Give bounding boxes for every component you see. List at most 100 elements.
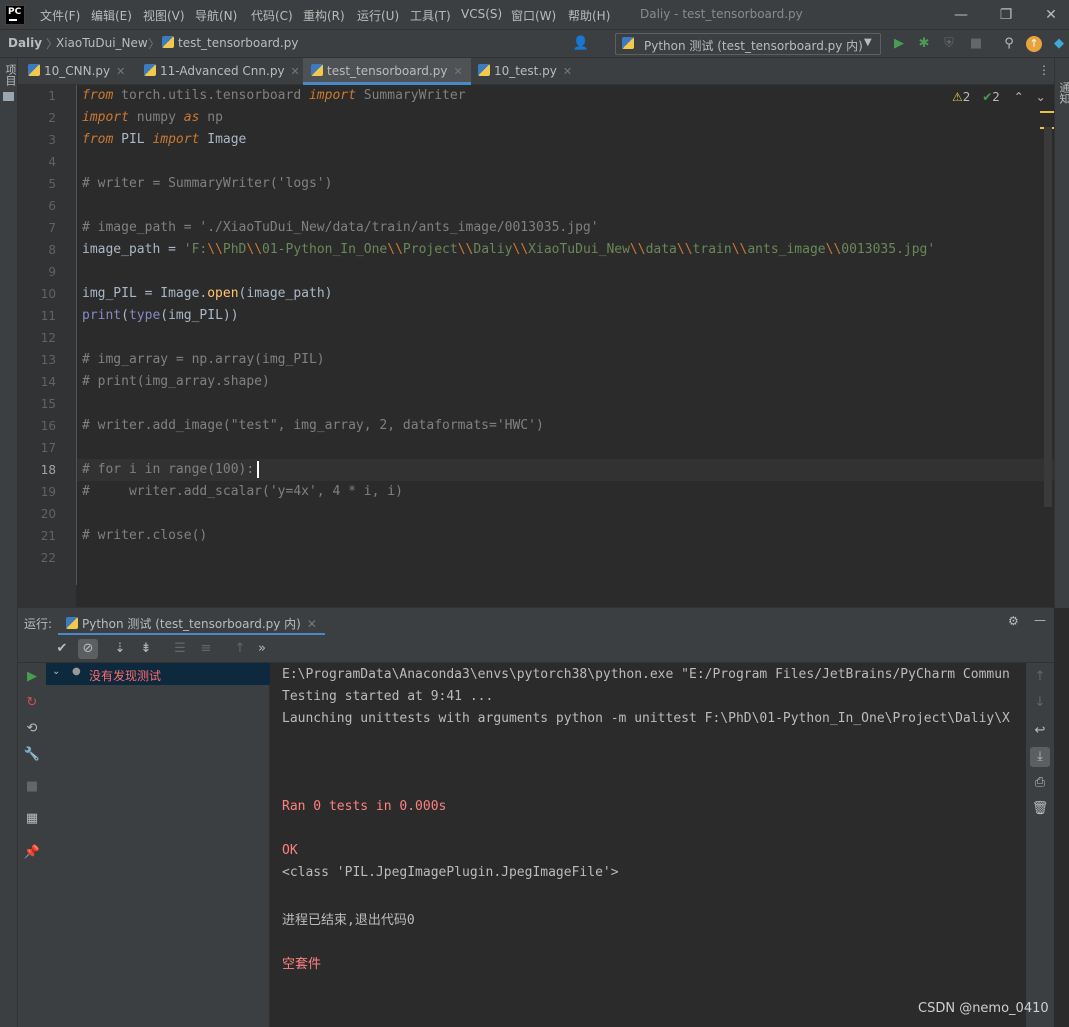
expand-all-icon[interactable]: ☰ xyxy=(170,639,190,659)
breadcrumb-folder[interactable]: XiaoTuDui_New xyxy=(56,36,148,50)
tab-label: 10_CNN.py xyxy=(44,64,111,78)
tree-row-no-tests[interactable]: ⌄ ● 没有发现测试 xyxy=(46,663,270,685)
coverage-icon[interactable]: ⛨ xyxy=(940,35,958,53)
print-icon[interactable]: ⎙ xyxy=(1030,773,1050,793)
down-arrow-icon[interactable]: ↓ xyxy=(1030,693,1050,713)
menu-code[interactable]: 代码(C) xyxy=(251,7,293,24)
editor-scrollbar[interactable] xyxy=(1044,127,1052,507)
breadcrumb-project[interactable]: Daliy xyxy=(8,36,42,50)
console-line: OK xyxy=(282,843,298,858)
trash-icon[interactable]: 🗑 xyxy=(1030,799,1050,819)
watermark: CSDN @nemo_0410 xyxy=(918,1001,1049,1016)
line-number: 9 xyxy=(48,265,56,279)
menu-help[interactable]: 帮助(H) xyxy=(568,7,610,24)
scroll-to-end-icon[interactable]: ⤓ xyxy=(1030,747,1050,767)
code-line-3: from PIL import Image xyxy=(82,132,247,147)
code-line-21: # writer.close() xyxy=(82,528,208,543)
chevron-down-icon[interactable]: ⌄ xyxy=(1036,90,1046,104)
line-number: 2 xyxy=(48,111,56,125)
weak-warning-icon: ✔ xyxy=(982,90,993,104)
close-tab-icon[interactable]: ✕ xyxy=(453,65,462,78)
run-configuration-select[interactable]: Python 测试 (test_tensorboard.py 内) ▼ xyxy=(615,33,881,55)
show-ignored-icon[interactable]: ⊘ xyxy=(78,639,98,659)
soft-wrap-icon[interactable]: ↩ xyxy=(1030,721,1050,741)
close-window-button[interactable]: ✕ xyxy=(1040,4,1062,26)
menu-vcs[interactable]: VCS(S) xyxy=(461,7,502,21)
debug-icon[interactable]: ✱ xyxy=(915,35,933,53)
breadcrumb-file[interactable]: test_tensorboard.py xyxy=(162,36,298,50)
tree-item-label: 没有发现测试 xyxy=(89,669,162,683)
inspection-widget[interactable]: ⚠2 ✔2 ⌃ ⌄ xyxy=(952,90,1046,104)
python-file-icon xyxy=(144,64,156,76)
code-editor[interactable]: from torch.utils.tensorboard import Summ… xyxy=(18,85,1054,607)
fold-guide xyxy=(76,85,77,585)
rerun-icon[interactable]: ▶ xyxy=(22,667,42,687)
python-file-icon xyxy=(478,64,490,76)
pin-icon[interactable]: 📌 xyxy=(22,843,42,863)
hide-icon[interactable]: — xyxy=(1034,613,1046,627)
menu-run[interactable]: 运行(U) xyxy=(357,7,399,24)
console-output[interactable]: E:\ProgramData\Anaconda3\envs\pytorch38\… xyxy=(270,663,1026,1027)
line-number: 22 xyxy=(40,551,56,565)
close-tab-icon[interactable]: ✕ xyxy=(563,65,572,78)
code-line-18: # for i in range(100): xyxy=(82,462,255,477)
line-number: 7 xyxy=(48,221,56,235)
chevron-up-icon[interactable]: ⌃ xyxy=(1014,90,1024,104)
menu-window[interactable]: 窗口(W) xyxy=(511,7,556,24)
minimize-button[interactable]: — xyxy=(950,4,972,26)
chevron-down-icon: ⌄ xyxy=(52,666,61,677)
menu-file[interactable]: 文件(F) xyxy=(40,7,80,24)
test-tree: ⌄ ● 没有发现测试 xyxy=(46,663,270,1027)
menu-refactor[interactable]: 重构(R) xyxy=(303,7,345,24)
gear-icon[interactable]: ⚙ xyxy=(1008,614,1019,628)
close-tab-icon[interactable]: ✕ xyxy=(116,65,125,78)
menu-navigate[interactable]: 导航(N) xyxy=(195,7,237,24)
console-line: 空套件 xyxy=(282,957,322,972)
wrench-icon[interactable]: 🔧 xyxy=(22,745,42,765)
chevron-down-icon: ▼ xyxy=(864,37,872,48)
notifications-tool-button[interactable]: 通知 xyxy=(1056,82,1069,104)
menu-edit[interactable]: 编辑(E) xyxy=(91,7,132,24)
user-icon[interactable]: 👤▾ xyxy=(572,35,590,69)
sort-alpha-icon[interactable]: ⇣ xyxy=(110,639,130,659)
line-number: 19 xyxy=(40,485,56,499)
collapse-all-icon[interactable]: ≡ xyxy=(196,639,216,659)
line-number: 14 xyxy=(40,375,56,389)
maximize-button[interactable]: ❐ xyxy=(995,4,1017,26)
python-test-icon xyxy=(66,617,78,629)
sort-duration-icon[interactable]: ⇟ xyxy=(136,639,156,659)
run-icon[interactable]: ▶ xyxy=(890,35,908,53)
project-tool-button[interactable]: 项目 xyxy=(2,64,18,86)
tab-10-test[interactable]: 10_test.py ✕ xyxy=(470,58,580,85)
show-passed-icon[interactable]: ✔ xyxy=(52,639,72,659)
tab-11-advanced-cnn[interactable]: 11-Advanced Cnn.py ✕ xyxy=(136,58,308,85)
run-tab[interactable]: Python 测试 (test_tensorboard.py 内) ✕ xyxy=(58,608,325,636)
rerun-failed-icon[interactable]: ↻ xyxy=(22,693,42,713)
update-icon[interactable]: ↑ xyxy=(1026,36,1042,52)
line-number: 8 xyxy=(48,243,56,257)
code-line-19: # writer.add_scalar('y=4x', 4 * i, i) xyxy=(82,484,403,499)
line-number: 3 xyxy=(48,133,56,147)
stop-icon[interactable]: ■ xyxy=(967,35,985,53)
up-arrow-icon[interactable]: ↑ xyxy=(1030,667,1050,687)
close-tab-icon[interactable]: ✕ xyxy=(307,617,317,631)
toggle-auto-test-icon[interactable]: ⟲ xyxy=(22,719,42,739)
previous-failed-icon[interactable]: ↑ xyxy=(230,639,250,659)
more-icon[interactable]: » xyxy=(252,639,272,659)
tab-test-tensorboard[interactable]: test_tensorboard.py ✕ xyxy=(303,58,471,85)
stop-icon[interactable]: ■ xyxy=(22,777,42,797)
layout-icon[interactable]: ▦ xyxy=(22,809,42,829)
tab-10-cnn[interactable]: 10_CNN.py ✕ xyxy=(20,58,133,85)
search-icon[interactable]: ⚲ xyxy=(1000,35,1018,53)
console-line: Launching unittests with arguments pytho… xyxy=(282,711,1010,726)
more-tabs-icon[interactable]: ⋮ xyxy=(1038,63,1050,77)
menu-view[interactable]: 视图(V) xyxy=(143,7,185,24)
line-number: 11 xyxy=(40,309,56,323)
menu-tools[interactable]: 工具(T) xyxy=(410,7,451,24)
line-number: 17 xyxy=(40,441,56,455)
warning-icon: ⚠ xyxy=(952,90,963,104)
jetbrains-icon[interactable]: ◆ xyxy=(1050,35,1068,53)
line-number: 18 xyxy=(40,463,56,477)
close-tab-icon[interactable]: ✕ xyxy=(291,65,300,78)
weak-warning-count: 2 xyxy=(992,90,1000,104)
